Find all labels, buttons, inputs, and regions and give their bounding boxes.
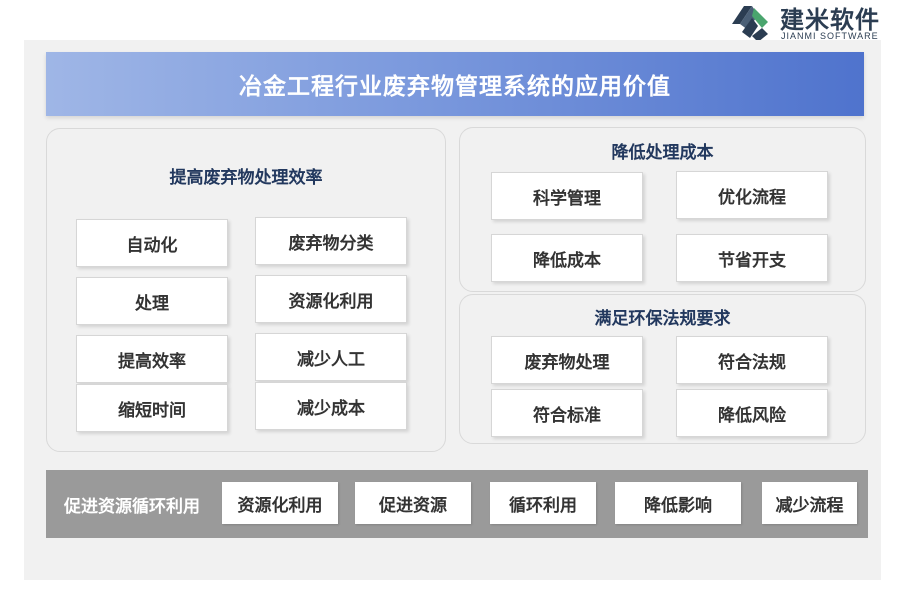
recycling-item: 减少流程 bbox=[762, 482, 857, 524]
recycling-item: 促进资源 bbox=[355, 482, 471, 524]
compliance-item: 符合标准 bbox=[491, 389, 643, 437]
efficiency-item: 自动化 bbox=[76, 219, 228, 267]
compliance-panel-title: 满足环保法规要求 bbox=[594, 309, 731, 329]
logo-chinese-name: 建米软件 bbox=[780, 6, 880, 34]
cost-item: 降低成本 bbox=[491, 234, 643, 282]
efficiency-item: 缩短时间 bbox=[76, 384, 228, 432]
title-banner: 冶金工程行业废弃物管理系统的应用价值 bbox=[46, 52, 864, 116]
cost-item: 优化流程 bbox=[676, 171, 828, 219]
compliance-item: 废弃物处理 bbox=[491, 336, 643, 384]
cost-panel: 降低处理成本 科学管理 优化流程 降低成本 节省开支 bbox=[459, 127, 866, 292]
efficiency-panel: 提高废弃物处理效率 自动化 废弃物分类 处理 资源化利用 提高效率 减少人工 缩… bbox=[46, 128, 446, 452]
recycling-item: 降低影响 bbox=[615, 482, 741, 524]
efficiency-item: 提高效率 bbox=[76, 335, 228, 383]
efficiency-item: 减少人工 bbox=[255, 333, 407, 381]
compliance-panel: 满足环保法规要求 废弃物处理 符合法规 符合标准 降低风险 bbox=[459, 294, 866, 444]
page-title: 冶金工程行业废弃物管理系统的应用价值 bbox=[239, 74, 671, 100]
recycling-bar-label: 促进资源循环利用 bbox=[64, 496, 200, 517]
efficiency-panel-title: 提高废弃物处理效率 bbox=[169, 168, 323, 188]
brand-logo: 建米软件 JIANMI SOFTWARE bbox=[728, 0, 900, 44]
logo-mark-icon bbox=[732, 6, 768, 42]
efficiency-item: 资源化利用 bbox=[255, 275, 407, 323]
compliance-item: 符合法规 bbox=[676, 336, 828, 384]
cost-panel-title: 降低处理成本 bbox=[611, 143, 714, 163]
cost-item: 科学管理 bbox=[491, 172, 643, 220]
recycling-bar: 促进资源循环利用 资源化利用 促进资源 循环利用 降低影响 减少流程 bbox=[46, 470, 868, 538]
compliance-item: 降低风险 bbox=[676, 389, 828, 437]
efficiency-item: 处理 bbox=[76, 277, 228, 325]
cost-item: 节省开支 bbox=[676, 234, 828, 282]
recycling-item: 资源化利用 bbox=[222, 482, 338, 524]
efficiency-item: 减少成本 bbox=[255, 382, 407, 430]
efficiency-item: 废弃物分类 bbox=[255, 217, 407, 265]
recycling-item: 循环利用 bbox=[490, 482, 596, 524]
